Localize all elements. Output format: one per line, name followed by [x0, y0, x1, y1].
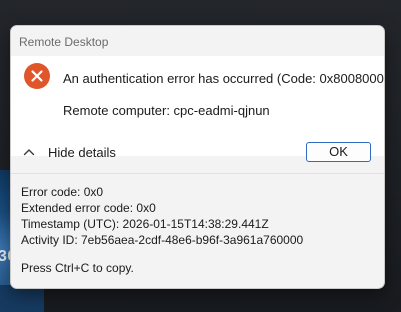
hide-details-label: Hide details	[48, 145, 116, 160]
remote-computer-label: Remote computer: cpc-eadmi-qjnun	[63, 103, 270, 118]
remote-desktop-error-dialog: Remote Desktop An authentication error h…	[10, 25, 385, 289]
ok-button[interactable]: OK	[306, 142, 371, 162]
error-icon	[24, 63, 50, 89]
details-divider	[11, 173, 384, 174]
extended-error-code-line: Extended error code: 0x0	[21, 201, 156, 215]
taskbar-edge	[0, 285, 44, 312]
activity-id-line: Activity ID: 7eb56aea-2cdf-48e6-b96f-3a9…	[21, 233, 304, 247]
error-code-line: Error code: 0x0	[21, 185, 104, 199]
copy-hint: Press Ctrl+C to copy.	[21, 261, 134, 275]
dialog-titlebar[interactable]: Remote Desktop	[11, 26, 384, 56]
error-message: An authentication error has occurred (Co…	[63, 71, 385, 86]
chevron-up-icon	[22, 145, 36, 164]
error-details[interactable]: Error code: 0x0 Extended error code: 0x0…	[21, 184, 303, 248]
timestamp-line: Timestamp (UTC): 2026-01-15T14:38:29.441…	[21, 217, 269, 231]
dialog-title: Remote Desktop	[19, 35, 109, 49]
